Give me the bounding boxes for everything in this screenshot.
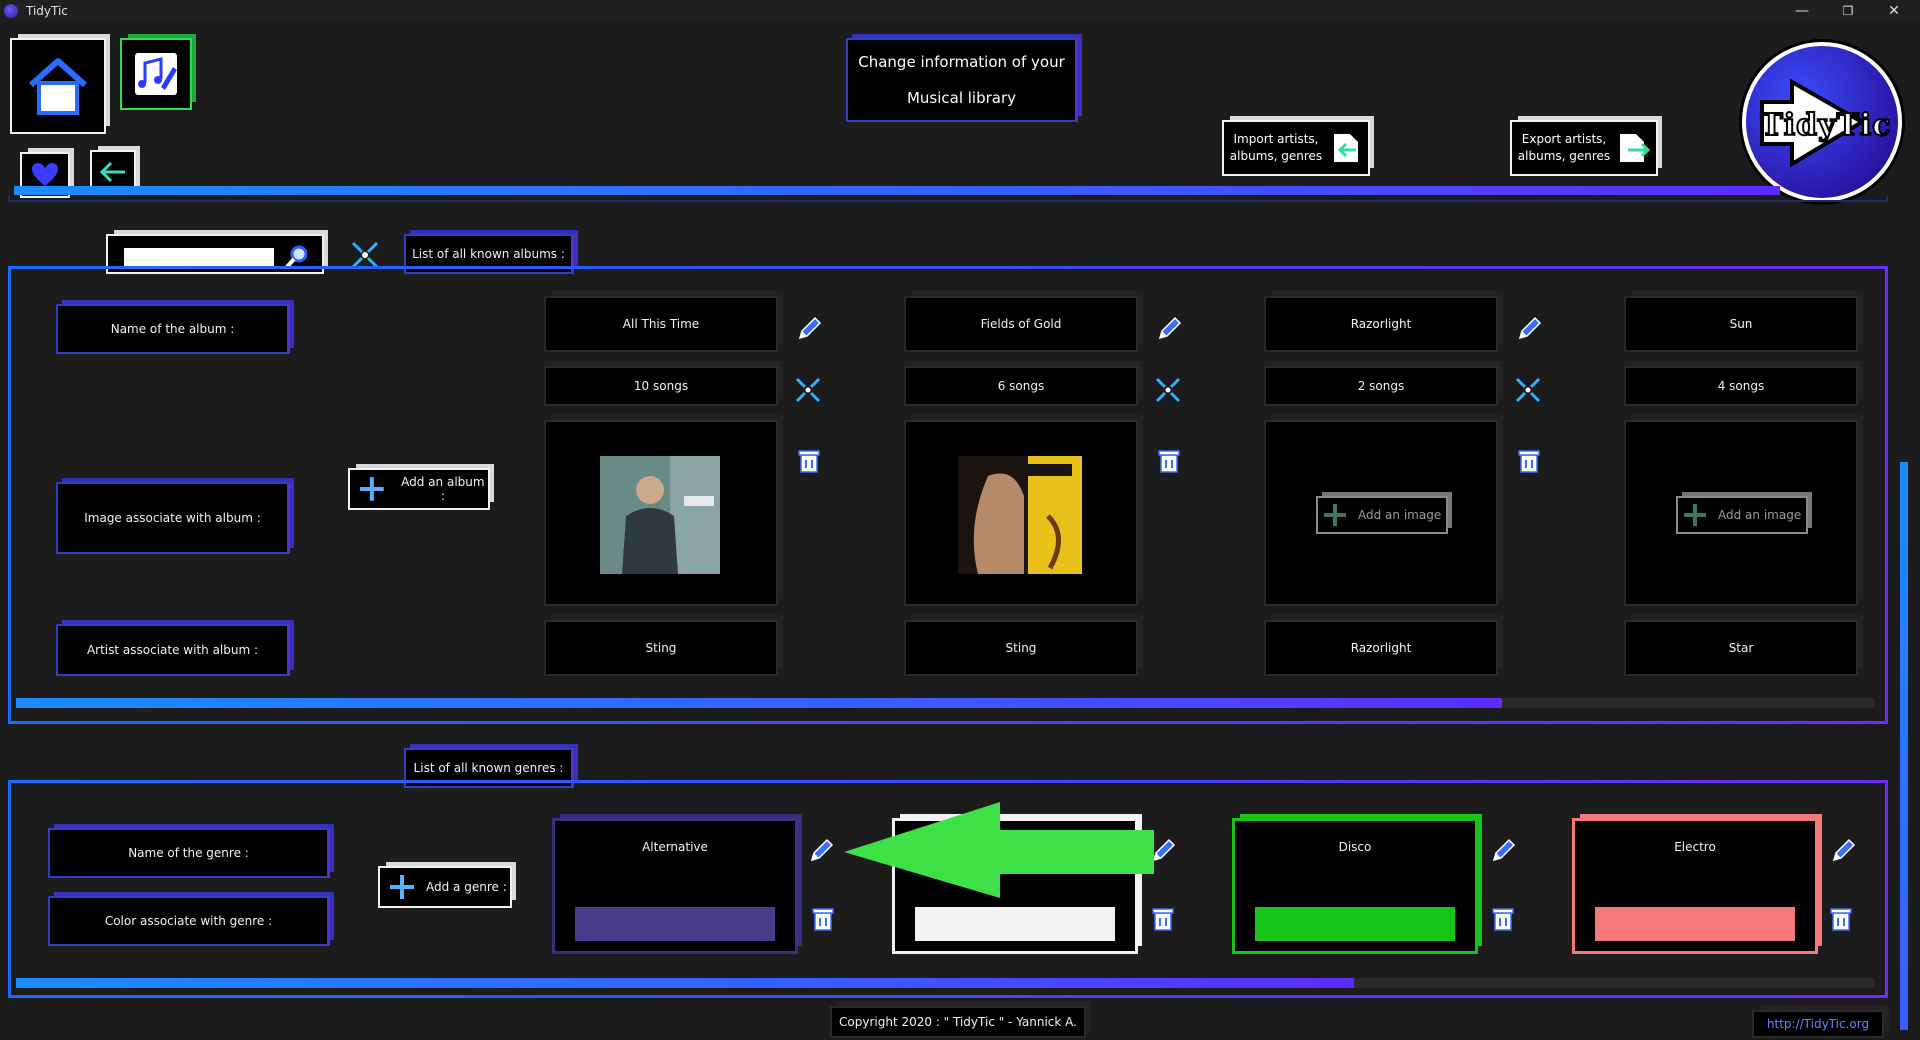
plus-icon xyxy=(1684,504,1706,526)
edit-pencil-icon[interactable] xyxy=(796,316,822,342)
genre-name-label: Name of the genre : xyxy=(48,828,330,878)
tidytic-logo: TidyTic xyxy=(1742,42,1902,202)
window-title: TidyTic xyxy=(26,4,68,18)
trash-icon[interactable] xyxy=(812,906,834,932)
album-card: Razorlight 2 songs Add an image Razorlig… xyxy=(1264,296,1510,680)
album-name: All This Time xyxy=(544,296,778,352)
import-icon xyxy=(1334,134,1358,162)
page-scroll-thumb[interactable] xyxy=(1900,462,1908,1030)
edit-pencil-icon[interactable] xyxy=(1516,316,1542,342)
page-title-line2: Musical library xyxy=(906,89,1017,107)
genre-color-swatch[interactable] xyxy=(575,907,775,941)
plus-icon xyxy=(359,477,384,501)
expand-songs-icon[interactable] xyxy=(1154,376,1182,404)
genre-color-swatch[interactable] xyxy=(915,907,1115,941)
heart-icon xyxy=(32,163,58,186)
page-title: Change information of your Musical libra… xyxy=(846,38,1078,122)
album-name: Fields of Gold xyxy=(904,296,1138,352)
search-input[interactable] xyxy=(124,248,274,266)
add-image-button[interactable]: Add an image xyxy=(1676,496,1808,534)
trash-icon[interactable] xyxy=(1152,906,1174,932)
trash-icon[interactable] xyxy=(1830,906,1852,932)
import-label-line1: Import artists, xyxy=(1233,132,1319,146)
genre-name: Alternative xyxy=(642,840,708,854)
album-image-frame: Add an image xyxy=(1264,420,1498,606)
genres-scroll-thumb[interactable] xyxy=(16,978,1354,988)
genre-card: Electro xyxy=(1572,818,1818,954)
music-edit-button[interactable] xyxy=(120,38,192,110)
annotation-arrow-icon xyxy=(844,802,1154,898)
genre-card: Disco xyxy=(1232,818,1478,954)
album-image-frame xyxy=(544,420,778,606)
album-image-frame xyxy=(904,420,1138,606)
album-artist: Sting xyxy=(544,620,778,676)
album-artist-label: Artist associate with album : xyxy=(56,624,290,676)
album-card: Sun 4 songs Add an image Star xyxy=(1624,296,1870,680)
copyright-text: Copyright 2020 : " TidyTic " - Yannick A… xyxy=(830,1006,1086,1038)
app-icon xyxy=(4,4,18,18)
add-genre-button[interactable]: Add a genre : xyxy=(378,866,512,908)
album-image-label: Image associate with album : xyxy=(56,482,290,554)
import-button[interactable]: Import artists, albums, genres xyxy=(1222,120,1370,176)
album-name: Razorlight xyxy=(1264,296,1498,352)
website-link[interactable]: http://TidyTic.org xyxy=(1752,1010,1884,1038)
album-name-label: Name of the album : xyxy=(56,304,290,354)
edit-pencil-icon[interactable] xyxy=(808,838,834,864)
album-song-count: 4 songs xyxy=(1624,366,1858,406)
trash-icon[interactable] xyxy=(1158,448,1180,474)
music-note-edit-icon xyxy=(135,53,177,95)
plus-icon xyxy=(390,875,414,899)
album-artist: Razorlight xyxy=(1264,620,1498,676)
export-icon xyxy=(1620,134,1650,162)
album-song-count: 2 songs xyxy=(1264,366,1498,406)
album-artist: Star xyxy=(1624,620,1858,676)
export-label-line2: albums, genres xyxy=(1517,149,1611,163)
import-label-line2: albums, genres xyxy=(1229,149,1323,163)
expand-songs-icon[interactable] xyxy=(794,376,822,404)
album-song-count: 6 songs xyxy=(904,366,1138,406)
trash-icon[interactable] xyxy=(1518,448,1540,474)
trash-icon[interactable] xyxy=(1492,906,1514,932)
album-artist: Sting xyxy=(904,620,1138,676)
plus-icon xyxy=(1324,504,1346,526)
restore-button[interactable]: ❐ xyxy=(1826,0,1870,22)
expand-songs-icon[interactable] xyxy=(1514,376,1542,404)
genre-name: Disco xyxy=(1338,840,1372,854)
edit-pencil-icon[interactable] xyxy=(1156,316,1182,342)
header-divider xyxy=(14,186,1780,195)
album-image-frame: Add an image xyxy=(1624,420,1858,606)
genre-color-label: Color associate with genre : xyxy=(48,896,330,946)
genre-color-swatch[interactable] xyxy=(1595,907,1795,941)
genre-card: Alternative xyxy=(552,818,798,954)
albums-scroll-track[interactable] xyxy=(16,698,1874,708)
genres-scroll-track[interactable] xyxy=(16,978,1874,988)
add-image-button[interactable]: Add an image xyxy=(1316,496,1448,534)
home-button[interactable] xyxy=(10,38,106,134)
genre-name: Electro xyxy=(1674,840,1716,854)
album-card: Fields of Gold 6 songs Sting xyxy=(904,296,1150,680)
add-album-button[interactable]: Add an album : xyxy=(348,468,490,510)
edit-pencil-icon[interactable] xyxy=(1830,838,1856,864)
edit-pencil-icon[interactable] xyxy=(1490,838,1516,864)
trash-icon[interactable] xyxy=(798,448,820,474)
title-bar xyxy=(0,0,1920,22)
album-name: Sun xyxy=(1624,296,1858,352)
minimize-button[interactable]: — xyxy=(1780,0,1824,22)
album-song-count: 10 songs xyxy=(544,366,778,406)
export-label-line1: Export artists, xyxy=(1521,132,1607,146)
back-arrow-icon xyxy=(99,161,125,183)
album-cover-image[interactable] xyxy=(958,456,1082,574)
album-card: All This Time 10 songs Sting xyxy=(544,296,790,680)
albums-scroll-thumb[interactable] xyxy=(16,698,1503,708)
export-button[interactable]: Export artists, albums, genres xyxy=(1510,120,1658,176)
album-cover-image[interactable] xyxy=(600,456,720,574)
logo-text: TidyTic xyxy=(1759,107,1892,144)
page-title-line1: Change information of your xyxy=(858,53,1065,71)
page-scroll-track[interactable] xyxy=(1898,180,1910,1030)
close-button[interactable]: ✕ xyxy=(1872,0,1916,22)
home-icon xyxy=(29,58,87,115)
genre-color-swatch[interactable] xyxy=(1255,907,1455,941)
